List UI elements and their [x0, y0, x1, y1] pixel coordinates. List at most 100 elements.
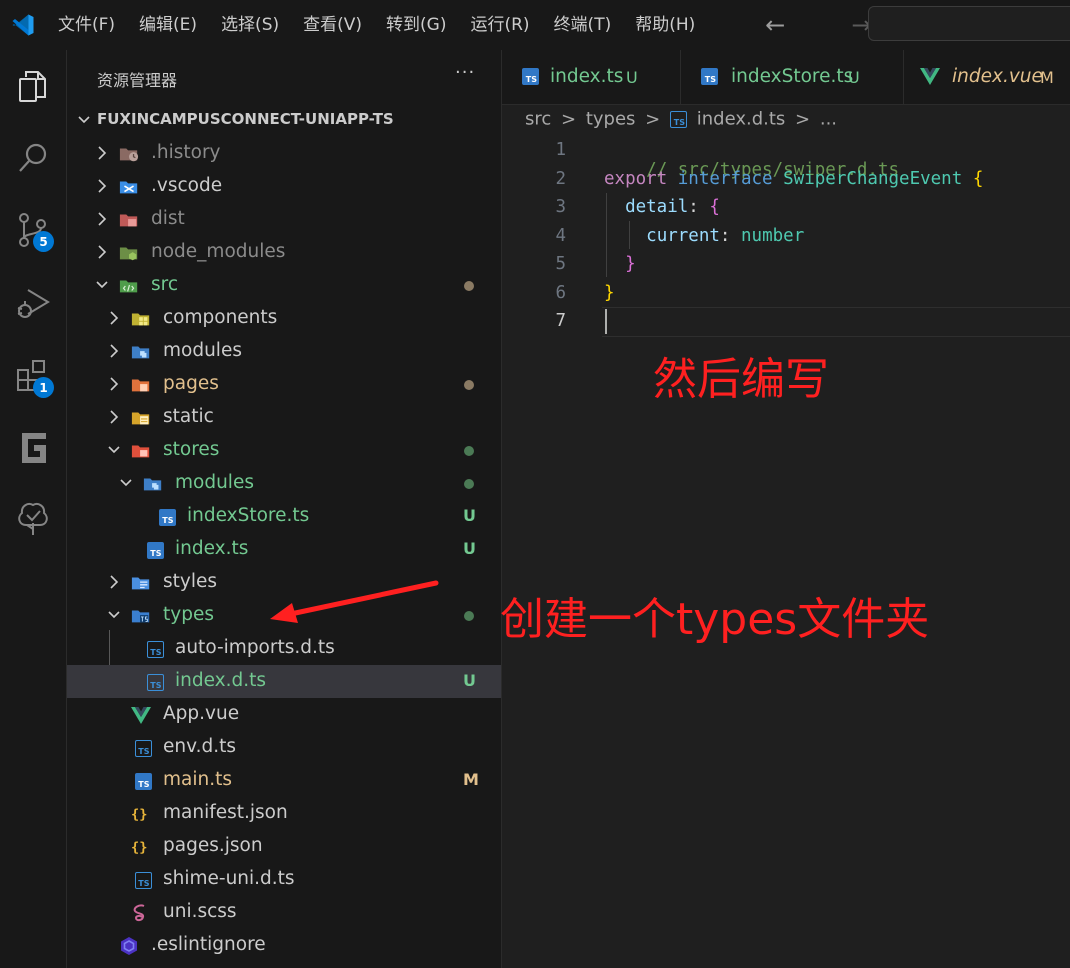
- tree-item-label: modules: [163, 340, 242, 361]
- node-folder-icon: [119, 243, 139, 263]
- menu-selection[interactable]: 选择(S): [209, 0, 291, 50]
- tree-item-history[interactable]: .history: [67, 137, 501, 170]
- code-brace: }: [625, 254, 636, 274]
- chevron-down-icon: [108, 446, 120, 454]
- tree-item-eslintignore[interactable]: .eslintignore: [67, 929, 501, 962]
- tree-item-label: static: [163, 406, 214, 427]
- tab-index-vue[interactable]: index.vue M: [904, 50, 1070, 104]
- tree-item-manifest-json[interactable]: {} manifest.json: [67, 797, 501, 830]
- tab-status: M: [1040, 68, 1054, 87]
- tree-item-pages-json[interactable]: {} pages.json: [67, 830, 501, 863]
- tree-item-stores[interactable]: stores: [67, 434, 501, 467]
- tree-item-label: src: [151, 274, 179, 295]
- tree-item-auto-imports[interactable]: TS auto-imports.d.ts: [67, 632, 501, 665]
- run-debug-icon[interactable]: [0, 275, 66, 331]
- breadcrumb: src > types > TS index.d.ts > ...: [525, 108, 837, 134]
- tree-item-indexstore-ts[interactable]: TS indexStore.ts U: [67, 500, 501, 533]
- tree-item-pages[interactable]: pages: [67, 368, 501, 401]
- chevron-down-icon: [96, 281, 108, 289]
- breadcrumb-src[interactable]: src: [525, 109, 551, 130]
- code-keyword: interface: [677, 169, 773, 189]
- breadcrumb-types[interactable]: types: [586, 109, 636, 130]
- tab-index-ts[interactable]: TS index.ts U: [502, 50, 681, 104]
- menu-run[interactable]: 运行(R): [458, 0, 541, 50]
- back-button[interactable]: ←: [757, 11, 793, 39]
- untracked-dot: [464, 479, 474, 489]
- code-editor[interactable]: 1 2 3 4 5 6 7 // src/types/swiper.d.ts e…: [502, 137, 1070, 968]
- extensions-icon[interactable]: 1: [0, 348, 66, 404]
- modified-dot: [464, 380, 474, 390]
- vscode-folder-icon: [119, 177, 139, 197]
- menu-view[interactable]: 查看(V): [291, 0, 374, 50]
- typescript-def-file-icon: TS: [133, 738, 153, 758]
- menu-file[interactable]: 文件(F): [46, 0, 127, 50]
- workspace-root[interactable]: FUXINCAMPUSCONNECT-UNIAPP-TS: [67, 107, 501, 133]
- tree-item-vscode[interactable]: .vscode: [67, 170, 501, 203]
- history-folder-icon: [119, 144, 139, 164]
- explorer-icon[interactable]: [0, 58, 66, 114]
- breadcrumb-symbol[interactable]: ...: [820, 109, 837, 130]
- chevron-down-icon: [120, 479, 132, 487]
- breadcrumb-separator: >: [645, 108, 661, 130]
- stores-folder-icon: [131, 441, 151, 461]
- tree-item-node-modules[interactable]: node_modules: [67, 236, 501, 269]
- line-number: 2: [555, 169, 566, 189]
- text-cursor: [605, 309, 607, 334]
- command-center-input[interactable]: [868, 6, 1070, 41]
- tree-item-components[interactable]: components: [67, 302, 501, 335]
- vue-file-icon: [131, 705, 151, 725]
- tree-item-index-d-ts[interactable]: TS index.d.ts U: [67, 665, 501, 698]
- tree-item-modules[interactable]: modules: [67, 335, 501, 368]
- tree-item-shime-uni[interactable]: TS shime-uni.d.ts: [67, 863, 501, 896]
- code-line: }: [604, 283, 615, 303]
- menu-bar: 文件(F) 编辑(E) 选择(S) 查看(V) 转到(G) 运行(R) 终端(T…: [46, 0, 707, 50]
- tree-item-uni-scss[interactable]: uni.scss: [67, 896, 501, 929]
- source-control-icon[interactable]: 5: [0, 202, 66, 258]
- menu-terminal[interactable]: 终端(T): [542, 0, 624, 50]
- tree-extension-icon[interactable]: [0, 490, 66, 546]
- annotation-create-folder: 创建一个types文件夹: [500, 594, 930, 645]
- untracked-dot: [464, 611, 474, 621]
- more-actions-button[interactable]: ···: [455, 62, 475, 83]
- code-brace: {: [972, 169, 984, 189]
- tree-item-src[interactable]: src: [67, 269, 501, 302]
- typescript-def-file-icon: TS: [133, 870, 153, 890]
- tab-status: U: [848, 68, 860, 87]
- tree-item-main-ts[interactable]: TS main.ts M: [67, 764, 501, 797]
- tree-item-label: uni.scss: [163, 901, 237, 922]
- tree-item-index-ts[interactable]: TS index.ts U: [67, 533, 501, 566]
- typescript-file-icon: TS: [701, 68, 718, 85]
- explorer-sidebar: 资源管理器 ··· FUXINCAMPUSCONNECT-UNIAPP-TS .…: [67, 50, 502, 968]
- types-folder-icon: [131, 606, 151, 626]
- tree-item-label: types: [163, 604, 214, 625]
- tree-item-app-vue[interactable]: App.vue: [67, 698, 501, 731]
- components-folder-icon: [131, 309, 151, 329]
- untracked-dot: [464, 446, 474, 456]
- tab-indexstore-ts[interactable]: TS indexStore.ts U: [681, 50, 904, 104]
- menu-go[interactable]: 转到(G): [374, 0, 458, 50]
- extensions-badge: 1: [33, 377, 54, 398]
- search-icon[interactable]: [0, 130, 66, 186]
- json-file-icon: {}: [131, 837, 151, 857]
- code-brace: }: [604, 283, 615, 303]
- styles-folder-icon: [131, 573, 151, 593]
- git-status-badge: U: [463, 506, 476, 525]
- gitlens-g-icon[interactable]: [0, 420, 66, 476]
- tree-item-label: env.d.ts: [163, 736, 237, 757]
- src-folder-icon: [119, 276, 139, 296]
- git-status-badge: U: [463, 671, 476, 690]
- breadcrumb-file[interactable]: index.d.ts: [697, 109, 786, 130]
- scm-badge: 5: [33, 231, 54, 252]
- explorer-title: 资源管理器: [97, 71, 178, 90]
- line-number: 3: [555, 197, 566, 217]
- tree-item-dist[interactable]: dist: [67, 203, 501, 236]
- menu-help[interactable]: 帮助(H): [623, 0, 707, 50]
- tree-item-env-d-ts[interactable]: TS env.d.ts: [67, 731, 501, 764]
- annotation-arrow-icon: [270, 580, 439, 623]
- menu-edit[interactable]: 编辑(E): [127, 0, 209, 50]
- tree-item-static[interactable]: static: [67, 401, 501, 434]
- tree-item-stores-modules[interactable]: modules: [67, 467, 501, 500]
- tree-item-label: modules: [175, 472, 254, 493]
- pages-folder-icon: [131, 375, 151, 395]
- typescript-file-icon: TS: [157, 507, 177, 527]
